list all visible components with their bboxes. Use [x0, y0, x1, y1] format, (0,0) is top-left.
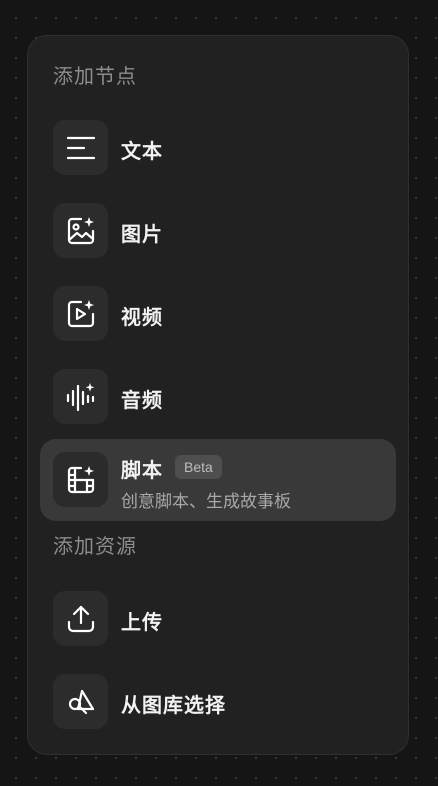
video-sparkle-icon [53, 286, 108, 341]
node-item-script[interactable]: 脚本 Beta 创意脚本、生成故事板 [40, 439, 396, 521]
library-shapes-icon [53, 674, 108, 729]
node-item-label: 文本 [121, 139, 163, 163]
resource-item-library[interactable]: 从图库选择 [40, 661, 396, 743]
node-item-video[interactable]: 视频 [40, 273, 396, 355]
upload-icon [53, 591, 108, 646]
resource-item-upload[interactable]: 上传 [40, 578, 396, 660]
add-node-panel: 添加节点 文本 图片 视频 音频 脚本 Beta 创意脚本、生成故事板 添加资源… [27, 35, 409, 755]
beta-badge: Beta [175, 455, 222, 479]
section-title-add-resources: 添加资源 [53, 534, 137, 558]
node-item-text[interactable]: 文本 [40, 107, 396, 189]
node-item-label: 音频 [121, 388, 163, 412]
resource-item-label: 上传 [121, 610, 163, 634]
node-item-description: 创意脚本、生成故事板 [121, 492, 291, 512]
audio-wave-sparkle-icon [53, 369, 108, 424]
text-lines-icon [53, 120, 108, 175]
film-sparkle-icon [53, 452, 108, 507]
node-item-image[interactable]: 图片 [40, 190, 396, 272]
image-sparkle-icon [53, 203, 108, 258]
node-item-label: 视频 [121, 305, 163, 329]
node-item-audio[interactable]: 音频 [40, 356, 396, 438]
node-item-label: 脚本 [121, 458, 163, 482]
resource-item-label: 从图库选择 [121, 693, 226, 717]
section-title-add-nodes: 添加节点 [53, 64, 137, 88]
node-item-label: 图片 [121, 222, 163, 246]
